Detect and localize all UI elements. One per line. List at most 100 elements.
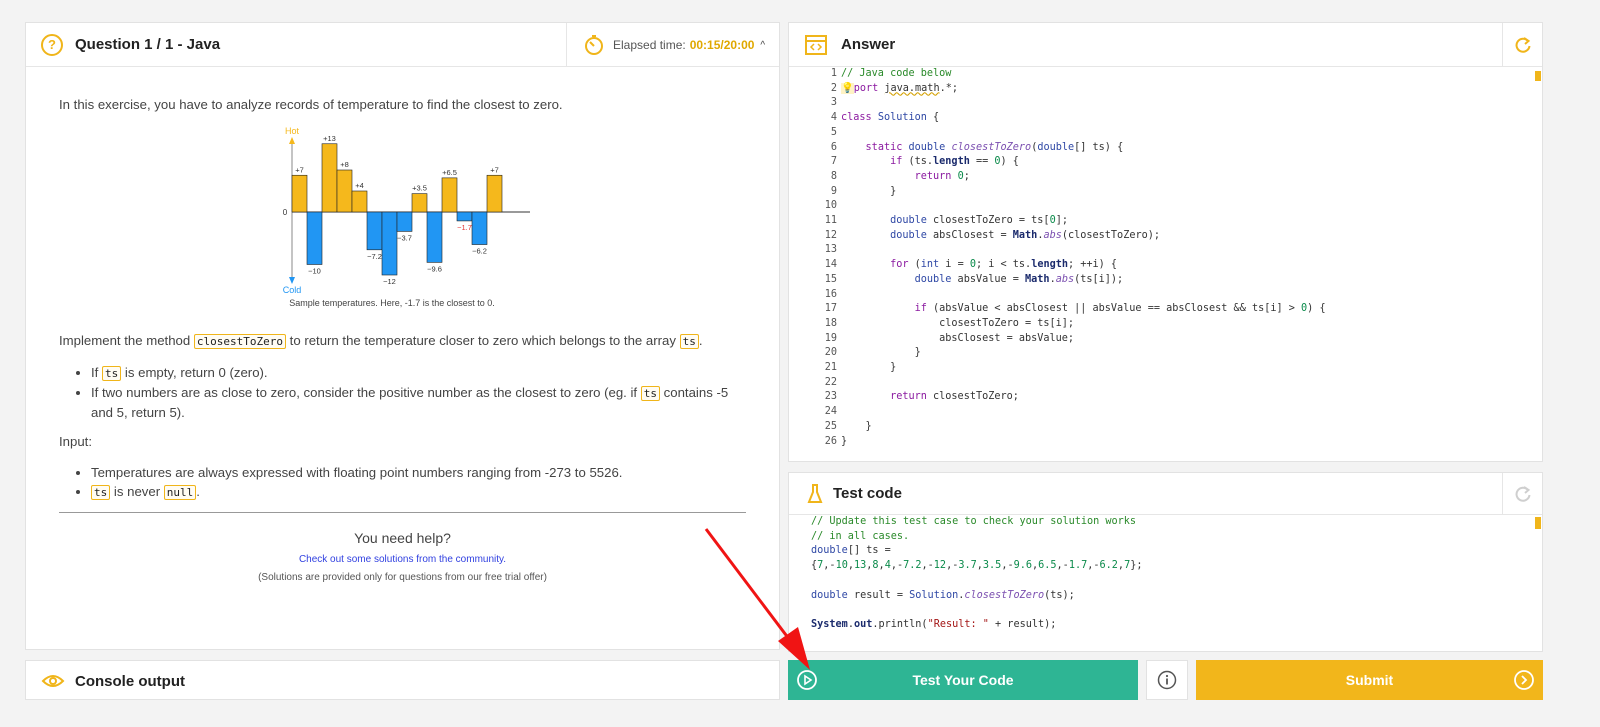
line-number-gutter: 1 2 3 4 5 6 7 8 9 10 11 12 13 14 15 16 17 18 19 20 21 22 23 24 2… — [789, 67, 837, 449]
line-number: 1 — [830, 68, 837, 79]
line-number: 17 — [824, 303, 837, 315]
null-code: null — [163, 485, 197, 500]
data-label: +7 — [490, 165, 499, 174]
input-null-code: ts — [91, 485, 111, 500]
info-button[interactable] — [1146, 660, 1188, 700]
hot-arrow — [289, 137, 295, 144]
reset-answer-button[interactable] — [1502, 23, 1542, 67]
chart-bar — [291, 174, 308, 213]
test-code-header: Test code — [789, 473, 1542, 515]
answer-title: Answer — [841, 36, 896, 53]
method-name-code: closestToZero — [193, 334, 286, 349]
rule-empty-post: is empty, return 0 (zero). — [124, 365, 268, 380]
line-number: 15 — [824, 273, 837, 285]
community-link[interactable]: Check out some solutions from the commun… — [59, 550, 746, 569]
console-panel[interactable]: Console output — [25, 660, 780, 700]
elapsed-time-label: Elapsed time: — [613, 38, 686, 52]
reset-icon — [1515, 37, 1530, 53]
line-number: 5 — [830, 126, 837, 138]
test-code: // Update this test case to check your s… — [811, 516, 1143, 630]
chart-bar — [471, 211, 488, 245]
implement-end: . — [698, 333, 703, 348]
test-code-panel: Test code // Update this test case to ch… — [788, 472, 1543, 652]
console-header[interactable]: Console output — [26, 661, 779, 701]
line-number: 3 — [830, 97, 837, 109]
question-mark-icon: ? — [41, 33, 63, 56]
submit-button-label: Submit — [1345, 672, 1394, 688]
data-label: −10 — [308, 267, 321, 276]
line-number: 6 — [830, 141, 837, 153]
line-number: 4 — [830, 112, 837, 124]
chart-bar — [321, 143, 338, 213]
input-label: Input: — [59, 434, 92, 449]
line-number: 22 — [824, 376, 837, 388]
code-editor[interactable]: // Java code below 💡port java.math.*; cl… — [841, 67, 1530, 459]
cold-arrow — [289, 277, 295, 284]
help-section: You need help? Check out some solutions … — [59, 529, 746, 587]
elapsed-time-value: 00:15/20:00 — [689, 38, 755, 52]
chart-bar — [441, 177, 458, 213]
line-number: 20 — [824, 347, 837, 359]
input-range: Temperatures are always expressed with f… — [91, 463, 746, 482]
test-your-code-button[interactable]: Test Your Code — [788, 660, 1138, 700]
data-label: −9.6 — [427, 264, 442, 273]
line-number: 2 — [830, 82, 837, 94]
rule-tie-code: ts — [640, 386, 660, 401]
submit-button[interactable]: Submit — [1196, 660, 1543, 700]
data-label: −3.7 — [397, 233, 412, 242]
data-label: −1.7 — [457, 223, 472, 232]
chart-bar — [426, 211, 443, 263]
hot-label: Hot — [285, 126, 300, 136]
chart-caption: Sample temperatures. Here, -1.7 is the c… — [289, 298, 495, 308]
chart-bar — [351, 190, 368, 213]
rule-tie: If two numbers are as close to zero, con… — [91, 383, 746, 422]
line-number: 8 — [830, 170, 837, 182]
line-number: 18 — [824, 317, 837, 329]
reset-test-button[interactable] — [1502, 473, 1542, 515]
question-description: In this exercise, you have to analyze re… — [59, 81, 746, 587]
code-window-icon — [805, 34, 827, 55]
data-label: −6.2 — [472, 247, 487, 256]
question-header: ? Question 1 / 1 - Java Elapsed time: 00… — [26, 23, 779, 67]
cold-label: Cold — [283, 285, 302, 295]
line-number: 16 — [824, 288, 837, 300]
chart-bar — [336, 169, 353, 213]
test-code-editor[interactable]: // Update this test case to check your s… — [811, 515, 1530, 651]
input-list: Temperatures are always expressed with f… — [91, 463, 746, 502]
scrollbar-marker[interactable] — [1535, 71, 1541, 81]
info-icon — [1157, 670, 1177, 690]
line-number: 13 — [824, 244, 837, 256]
test-button-label: Test Your Code — [912, 672, 1014, 688]
data-label: +6.5 — [442, 168, 457, 177]
chart-bar — [306, 211, 323, 265]
line-number: 25 — [824, 420, 837, 432]
rules-list: If ts is empty, return 0 (zero). If two … — [91, 363, 746, 422]
data-label: +8 — [340, 160, 349, 169]
data-label: +13 — [323, 134, 336, 143]
input-null-end: . — [196, 484, 200, 499]
test-code-title: Test code — [833, 485, 902, 502]
line-number: 12 — [824, 229, 837, 241]
help-title: You need help? — [354, 530, 451, 546]
answer-code: // Java code below 💡port java.math.*; cl… — [841, 68, 1326, 447]
chevron-right-circle-icon — [1514, 670, 1534, 690]
test-scrollbar-marker[interactable] — [1535, 517, 1541, 529]
implement-text: Implement the method closestToZero to re… — [59, 331, 746, 351]
chart-bar — [366, 211, 383, 251]
chart-bar — [396, 211, 413, 232]
elapsed-time-toggle[interactable]: Elapsed time: 00:15/20:00 ^ — [566, 23, 779, 67]
zero-label: 0 — [283, 208, 288, 217]
rule-empty: If ts is empty, return 0 (zero). — [91, 363, 746, 383]
chevron-up-icon: ^ — [760, 39, 766, 51]
input-null-mid: is never — [113, 484, 161, 499]
chart-bar — [456, 211, 473, 222]
question-title: Question 1 / 1 - Java — [75, 36, 221, 53]
line-number: 23 — [824, 391, 837, 403]
rule-tie-pre: If two numbers are as close to zero, con… — [91, 385, 638, 400]
line-number: 7 — [830, 156, 837, 168]
divider — [59, 512, 746, 513]
help-note: (Solutions are provided only for questio… — [258, 572, 547, 583]
line-number: 14 — [824, 259, 837, 271]
implement-pre: Implement the method — [59, 333, 191, 348]
eye-icon — [41, 675, 65, 687]
